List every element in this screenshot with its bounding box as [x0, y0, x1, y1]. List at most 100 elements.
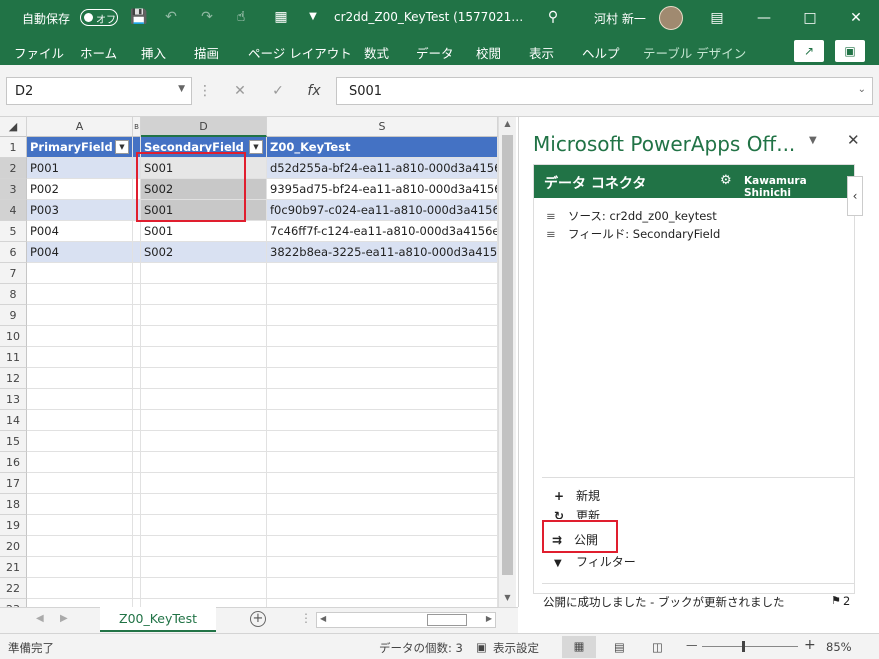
next-sheet-icon[interactable]: ▶	[60, 613, 68, 624]
page-layout-view-icon[interactable]: ▤	[614, 640, 625, 654]
table-cell[interactable]	[133, 347, 141, 368]
normal-view-icon[interactable]: ▦	[562, 636, 596, 658]
table-cell[interactable]	[133, 431, 141, 452]
table-cell[interactable]	[27, 326, 133, 347]
refresh-button[interactable]: ↻ 更新	[554, 507, 600, 519]
table-cell[interactable]	[133, 599, 141, 607]
table-cell[interactable]	[141, 284, 267, 305]
table-cell[interactable]	[27, 284, 133, 305]
table-cell[interactable]	[27, 599, 133, 607]
row-header[interactable]: 11	[0, 347, 27, 368]
autosave-toggle[interactable]: オフ	[80, 9, 118, 26]
zoom-slider-thumb[interactable]	[742, 641, 745, 652]
vertical-scrollbar[interactable]: ▲ ▼	[498, 117, 516, 607]
table-cell[interactable]: f0c90b97-c024-ea11-a810-000d3a4156	[267, 200, 498, 221]
table-cell[interactable]	[133, 536, 141, 557]
table-cell[interactable]	[141, 557, 267, 578]
new-button[interactable]: + 新規	[554, 487, 600, 504]
cancel-icon[interactable]: ✕	[226, 77, 254, 105]
row-header[interactable]: 23	[0, 599, 27, 607]
table-cell[interactable]: d52d255a-bf24-ea11-a810-000d3a4156	[267, 158, 498, 179]
zoom-in-icon[interactable]: +	[804, 637, 816, 653]
row-header[interactable]: 22	[0, 578, 27, 599]
table-cell[interactable]	[267, 263, 498, 284]
close-pane-icon[interactable]: ✕	[847, 131, 860, 149]
zoom-out-icon[interactable]: —	[686, 638, 698, 652]
table-cell[interactable]	[141, 515, 267, 536]
tab-table-design[interactable]: テーブル デザイン	[643, 43, 746, 62]
table-cell[interactable]	[267, 536, 498, 557]
table-cell[interactable]	[141, 494, 267, 515]
row-header[interactable]: 19	[0, 515, 27, 536]
table-cell[interactable]	[27, 557, 133, 578]
row-header[interactable]: 9	[0, 305, 27, 326]
close-icon[interactable]: ✕	[833, 0, 879, 36]
table-cell[interactable]	[141, 326, 267, 347]
table-cell[interactable]	[133, 368, 141, 389]
row-header[interactable]: 5	[0, 221, 27, 242]
row-header[interactable]: 17	[0, 473, 27, 494]
table-cell[interactable]	[141, 263, 267, 284]
pane-options-icon[interactable]: ▼	[809, 135, 817, 146]
formula-bar[interactable]: S001 ⌄	[336, 77, 873, 105]
column-header-s[interactable]: S	[267, 117, 498, 137]
row-header[interactable]: 20	[0, 536, 27, 557]
row-header[interactable]: 7	[0, 263, 27, 284]
touch-mode-icon[interactable]: ☝	[232, 8, 250, 26]
scroll-down-icon[interactable]: ▼	[501, 593, 514, 605]
scroll-thumb[interactable]	[427, 614, 467, 626]
row-header[interactable]: 3	[0, 179, 27, 200]
table-cell[interactable]	[141, 473, 267, 494]
table-cell[interactable]	[133, 410, 141, 431]
table-cell[interactable]	[267, 431, 498, 452]
table-cell[interactable]	[267, 410, 498, 431]
table-cell[interactable]	[133, 326, 141, 347]
table-cell[interactable]	[133, 578, 141, 599]
comments-icon[interactable]: ▣	[835, 40, 865, 62]
table-cell[interactable]	[27, 305, 133, 326]
row-header[interactable]: 2	[0, 158, 27, 179]
column-header-a[interactable]: A	[27, 117, 133, 137]
sheet-tab-z00-keytest[interactable]: Z00_KeyTest	[100, 607, 216, 632]
row-header[interactable]: 13	[0, 389, 27, 410]
table-cell[interactable]	[133, 305, 141, 326]
tab-help[interactable]: ヘルプ	[582, 43, 620, 62]
row-header[interactable]: 10	[0, 326, 27, 347]
row-header[interactable]: 8	[0, 284, 27, 305]
zoom-slider[interactable]	[702, 641, 798, 652]
row-header[interactable]: 15	[0, 431, 27, 452]
table-cell[interactable]: PrimaryField ▼	[27, 137, 133, 158]
table-cell[interactable]	[27, 578, 133, 599]
tab-insert[interactable]: 挿入	[141, 43, 166, 62]
search-icon[interactable]: ⚲	[544, 8, 562, 26]
table-cell[interactable]: 9395ad75-bf24-ea11-a810-000d3a4156	[267, 179, 498, 200]
collapse-icon[interactable]: ‹	[847, 176, 863, 216]
row-header[interactable]: 14	[0, 410, 27, 431]
column-header-d[interactable]: D	[141, 117, 267, 137]
column-header-b[interactable]: B	[133, 117, 141, 137]
table-cell[interactable]	[133, 494, 141, 515]
table-cell[interactable]: S002	[141, 242, 267, 263]
table-cell[interactable]: P003	[27, 200, 133, 221]
display-settings-icon[interactable]: ▣	[476, 640, 487, 654]
display-settings-button[interactable]: 表示設定	[493, 640, 539, 656]
table-cell[interactable]: S001	[141, 221, 267, 242]
tab-page-layout[interactable]: ページ レイアウト	[248, 43, 352, 62]
tab-draw[interactable]: 描画	[194, 43, 219, 62]
row-header[interactable]: 12	[0, 368, 27, 389]
select-all-corner[interactable]: ◢	[0, 117, 27, 137]
table-cell[interactable]	[141, 452, 267, 473]
scroll-up-icon[interactable]: ▲	[501, 119, 514, 131]
customize-icon[interactable]: ▦	[272, 8, 290, 26]
gear-icon[interactable]: ⚙	[720, 173, 732, 188]
table-cell[interactable]	[141, 368, 267, 389]
tab-view[interactable]: 表示	[529, 43, 554, 62]
table-cell[interactable]: P004	[27, 221, 133, 242]
table-cell[interactable]	[27, 410, 133, 431]
worksheet-grid[interactable]: ◢ A B D S 1 2 3 4 5 6 7 8 9 10 11 12 13 14 15 16 17 18 19 2…	[0, 117, 518, 607]
table-cell[interactable]	[133, 242, 141, 263]
table-cell[interactable]	[267, 284, 498, 305]
table-cell[interactable]	[141, 578, 267, 599]
table-cell[interactable]	[133, 452, 141, 473]
table-cell[interactable]	[133, 221, 141, 242]
